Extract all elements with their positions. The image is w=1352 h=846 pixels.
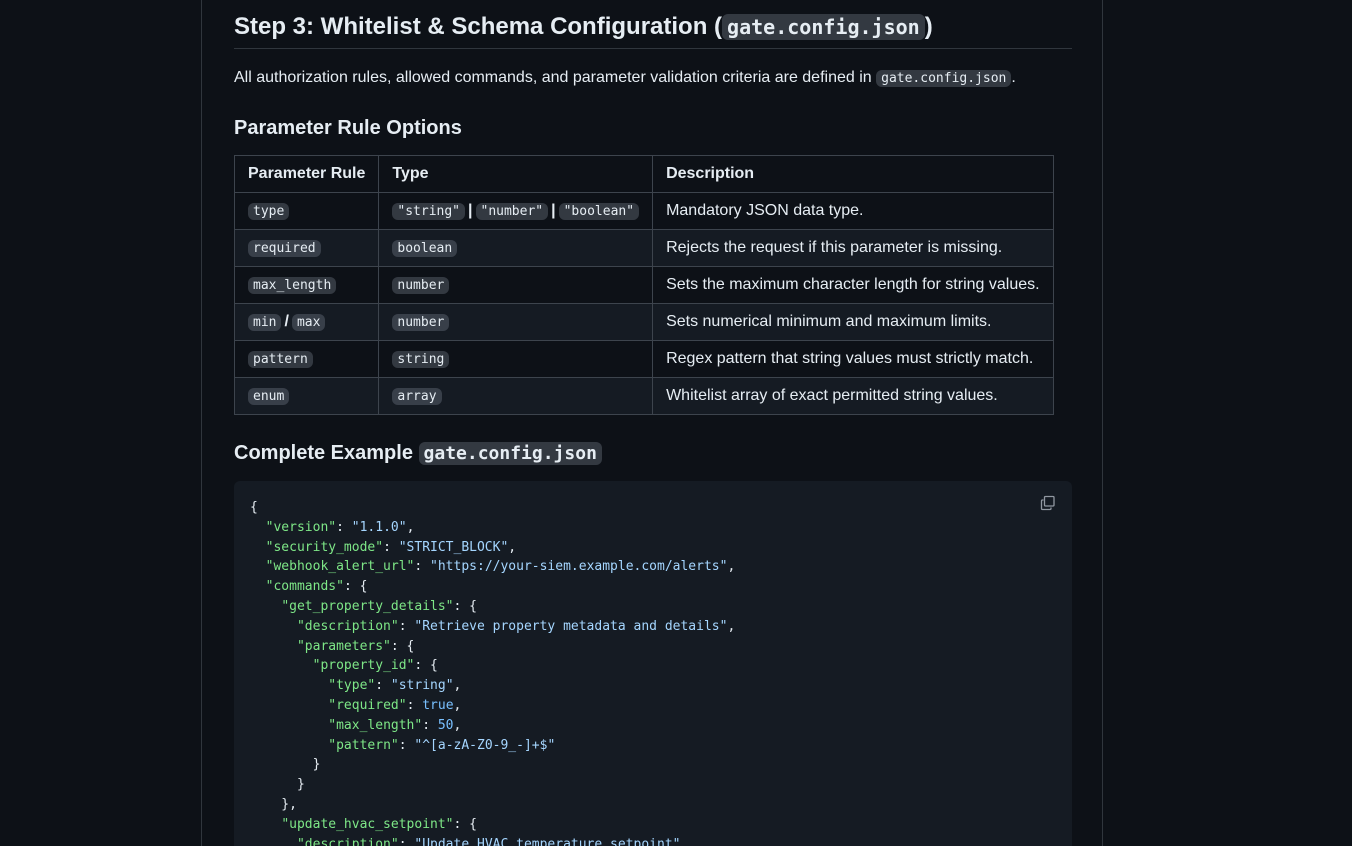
- readme-article: Step 3: Whitelist & Schema Configuration…: [201, 0, 1103, 846]
- rule-cell: enum: [233, 377, 380, 415]
- type-code: array: [392, 388, 442, 405]
- json-key: "commands": [265, 579, 344, 595]
- rule-code: max: [291, 314, 326, 331]
- json-key: "pattern": [328, 737, 399, 753]
- json-key: "get_property_details": [281, 598, 454, 614]
- step-3-heading-suffix: ): [924, 13, 933, 40]
- type-code: boolean: [392, 240, 458, 257]
- rule-cell: max_length: [233, 266, 380, 304]
- type-code: number: [392, 314, 450, 331]
- intro-paragraph: All authorization rules, allowed command…: [234, 66, 1016, 91]
- json-key: "max_length": [328, 717, 423, 733]
- table-header-row: Parameter Rule Type Description: [233, 155, 1054, 193]
- type-code: number: [392, 277, 450, 294]
- json-number: 50: [437, 717, 454, 733]
- description-cell: Sets the maximum character length for st…: [652, 266, 1054, 304]
- column-header-rule: Parameter Rule: [233, 155, 380, 193]
- rule-code: enum: [248, 388, 290, 405]
- type-code: "boolean": [558, 203, 640, 220]
- type-cell: "string" | "number" | "boolean": [378, 192, 654, 230]
- json-string: "Update HVAC temperature setpoint": [414, 836, 681, 846]
- type-code: string: [392, 351, 450, 368]
- rule-cell: pattern: [233, 340, 380, 378]
- json-string: "https://your-siem.example.com/alerts": [430, 559, 728, 575]
- json-key: "description": [296, 836, 399, 846]
- json-string: "1.1.0": [351, 519, 407, 535]
- json-key: "version": [265, 519, 337, 535]
- example-heading-code: gate.config.json: [418, 442, 602, 465]
- rule-cell: min / max: [233, 303, 380, 341]
- rule-code: max_length: [248, 277, 337, 294]
- copy-icon: [1040, 495, 1055, 511]
- type-cell: number: [378, 266, 654, 304]
- type-cell: array: [378, 377, 654, 415]
- copy-button[interactable]: [1038, 493, 1058, 513]
- column-header-type: Type: [378, 155, 654, 193]
- table-row: enum array Whitelist array of exact perm…: [233, 377, 1054, 415]
- step-3-heading-code: gate.config.json: [722, 14, 925, 40]
- description-cell: Mandatory JSON data type.: [652, 192, 1054, 230]
- type-cell: number: [378, 303, 654, 341]
- json-key: "description": [296, 618, 399, 634]
- type-code: "number": [475, 203, 549, 220]
- json-string: "STRICT_BLOCK": [398, 539, 509, 555]
- description-cell: Whitelist array of exact permitted strin…: [652, 377, 1054, 415]
- type-separator: |: [468, 202, 473, 219]
- rule-cell: type: [233, 192, 380, 230]
- rule-code: type: [248, 203, 290, 220]
- json-key: "parameters": [296, 638, 391, 654]
- description-cell: Sets numerical minimum and maximum limit…: [652, 303, 1054, 341]
- type-code: "string": [392, 203, 466, 220]
- table-row: type "string" | "number" | "boolean" Mandato…: [233, 192, 1054, 230]
- table-row: pattern string Regex pattern that string…: [233, 340, 1054, 378]
- step-3-heading-text: Step 3: Whitelist & Schema Configuration…: [234, 13, 723, 40]
- rule-separator: /: [284, 313, 289, 330]
- description-cell: Regex pattern that string values must st…: [652, 340, 1054, 378]
- type-cell: string: [378, 340, 654, 378]
- rule-code: required: [248, 240, 321, 257]
- table-row: max_length number Sets the maximum chara…: [233, 266, 1054, 304]
- json-string: "Retrieve property metadata and details": [414, 618, 728, 634]
- step-3-heading: Step 3: Whitelist & Schema Configuration…: [234, 8, 1072, 49]
- rule-cell: required: [233, 229, 380, 267]
- json-key: "type": [328, 678, 376, 694]
- json-boolean: true: [422, 697, 454, 713]
- json-key: "security_mode": [265, 539, 384, 555]
- intro-suffix: .: [1011, 69, 1016, 86]
- column-header-description: Description: [652, 155, 1054, 193]
- type-separator: |: [551, 202, 556, 219]
- json-string: "string": [390, 678, 454, 694]
- type-cell: boolean: [378, 229, 654, 267]
- json-key: "webhook_alert_url": [265, 559, 415, 575]
- rule-code: pattern: [248, 351, 313, 368]
- json-code: { "version": "1.1.0", "security_mode": "…: [250, 498, 735, 846]
- rule-options-heading: Parameter Rule Options: [234, 117, 462, 139]
- json-key: "property_id": [312, 658, 415, 674]
- example-heading: Complete Example gate.config.json: [234, 439, 602, 468]
- example-heading-text: Complete Example: [234, 442, 413, 464]
- json-key: "required": [328, 697, 407, 713]
- table-row: min / max number Sets numerical minimum an…: [233, 303, 1054, 341]
- parameter-rules-table: Parameter Rule Type Description type "st…: [233, 155, 1054, 415]
- json-string: "^[a-zA-Z0-9_-]+$": [414, 737, 556, 753]
- code-block[interactable]: { "version": "1.1.0", "security_mode": "…: [234, 481, 1072, 846]
- json-key: "update_hvac_setpoint": [281, 816, 454, 832]
- description-cell: Rejects the request if this parameter is…: [652, 229, 1054, 267]
- rule-code: min: [248, 314, 282, 331]
- intro-code: gate.config.json: [876, 70, 1012, 87]
- intro-text: All authorization rules, allowed command…: [234, 69, 872, 86]
- table-row: required boolean Rejects the request if …: [233, 229, 1054, 267]
